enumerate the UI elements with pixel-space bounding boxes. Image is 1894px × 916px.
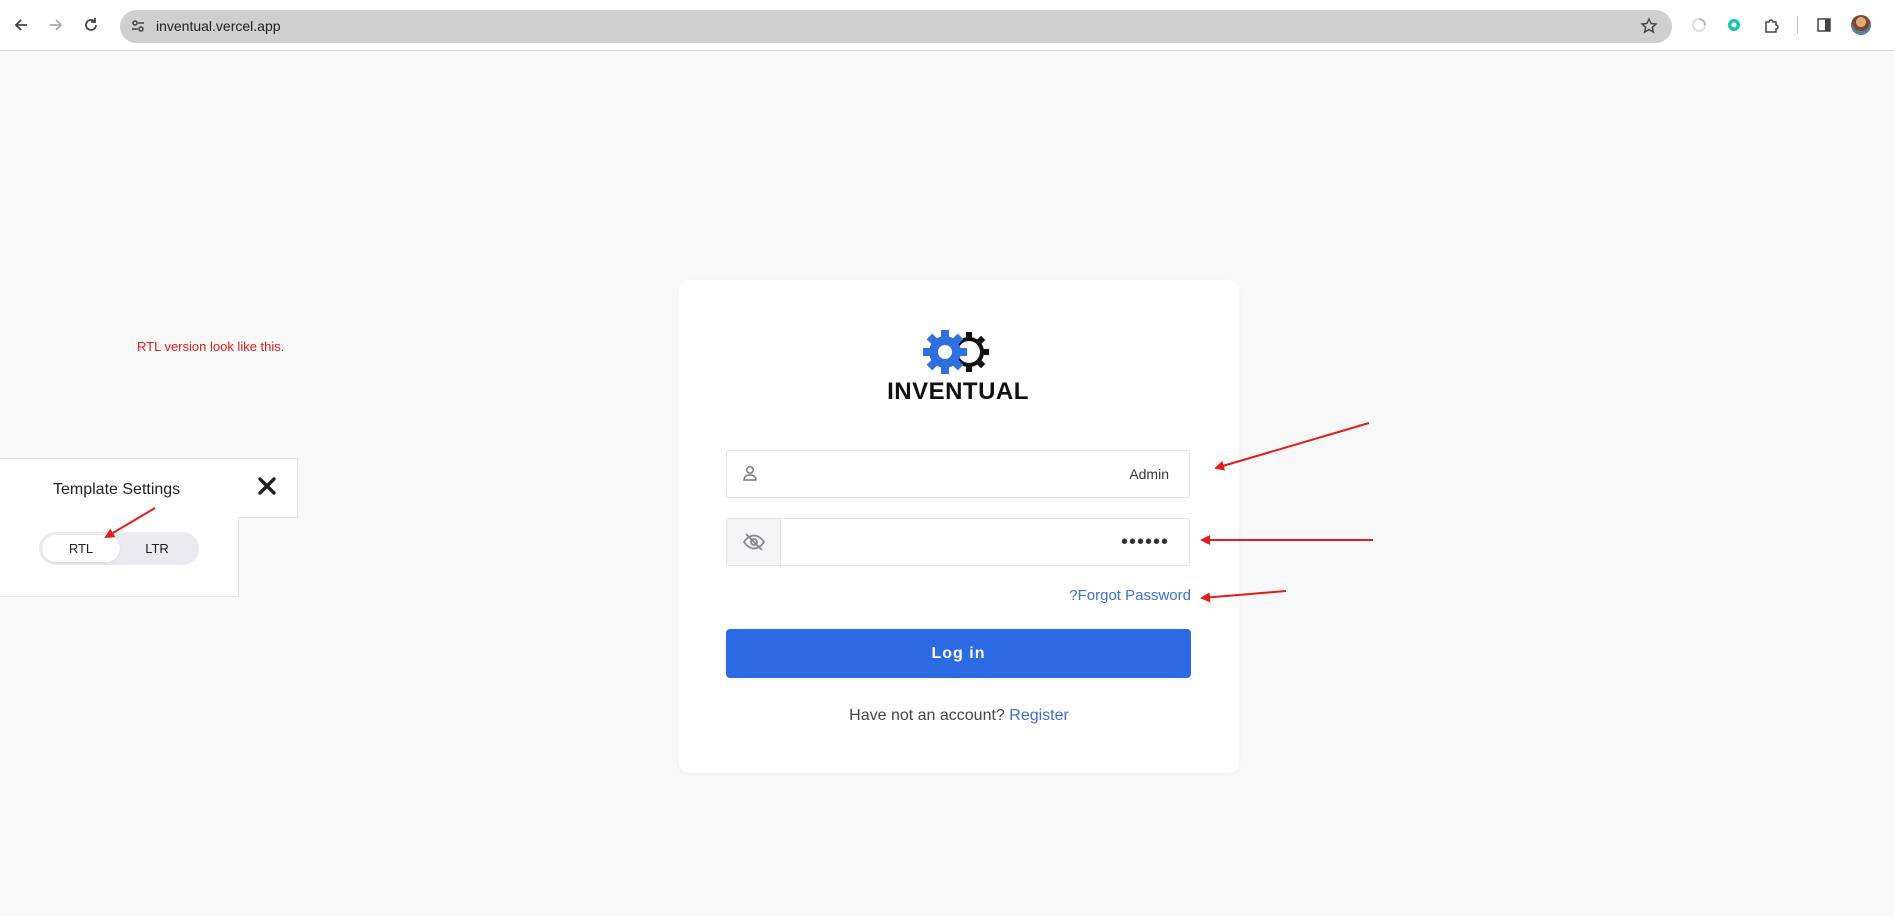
arrow-to-toggle	[104, 507, 156, 539]
arrow-to-username	[1214, 422, 1370, 471]
annotation-arrows	[104, 422, 1373, 603]
arrow-to-forgot	[1200, 590, 1287, 603]
